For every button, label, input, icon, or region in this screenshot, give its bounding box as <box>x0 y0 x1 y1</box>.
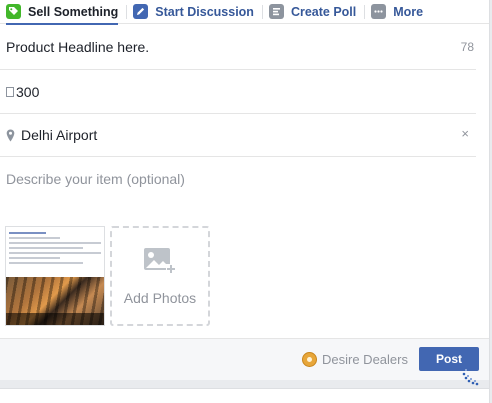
tab-start-discussion[interactable]: Start Discussion <box>126 0 263 24</box>
tab-label: Sell Something <box>28 4 119 19</box>
add-photos-button[interactable]: Add Photos <box>110 226 210 326</box>
location-pin-icon <box>6 129 15 142</box>
photo-thumbnail[interactable] <box>5 226 105 326</box>
tab-sell-something[interactable]: Sell Something <box>0 0 127 25</box>
thumbnail-post-preview <box>6 227 104 277</box>
add-photo-icon <box>143 247 177 282</box>
tab-label: Start Discussion <box>155 4 254 19</box>
character-counter: 78 <box>460 40 474 54</box>
page-avatar[interactable] <box>302 352 317 367</box>
location-input[interactable]: Delhi Airport <box>21 127 97 143</box>
add-photos-label: Add Photos <box>123 289 197 306</box>
next-story-edge <box>0 388 489 403</box>
price-field[interactable]: 300 <box>0 70 476 114</box>
pencil-icon <box>133 4 149 19</box>
clear-location-icon[interactable]: × <box>461 127 469 140</box>
tab-more[interactable]: More <box>364 0 432 24</box>
headline-input[interactable]: Product Headline here. <box>0 39 149 55</box>
poll-icon <box>268 4 284 19</box>
more-dots-icon <box>371 4 387 19</box>
post-as-page-name[interactable]: Desire Dealers <box>322 352 408 367</box>
price-input[interactable]: 300 <box>16 84 39 100</box>
description-input[interactable]: Describe your item (optional) <box>0 171 185 187</box>
sell-composer: Sell Something Start Discussion Create P… <box>0 0 492 403</box>
sell-tag-icon <box>6 4 21 19</box>
tab-label: Create Poll <box>290 4 357 19</box>
currency-symbol-icon <box>6 87 14 97</box>
description-field[interactable]: Describe your item (optional) <box>0 157 476 207</box>
busy-cursor-icon <box>460 366 482 388</box>
composer-footer: Desire Dealers Post <box>0 338 489 380</box>
headline-field[interactable]: Product Headline here. 78 <box>0 24 476 70</box>
tab-create-poll[interactable]: Create Poll <box>261 0 365 24</box>
composer-tabs: Sell Something Start Discussion Create P… <box>0 0 489 25</box>
tab-label: More <box>393 4 424 19</box>
location-field[interactable]: Delhi Airport × <box>0 114 476 157</box>
